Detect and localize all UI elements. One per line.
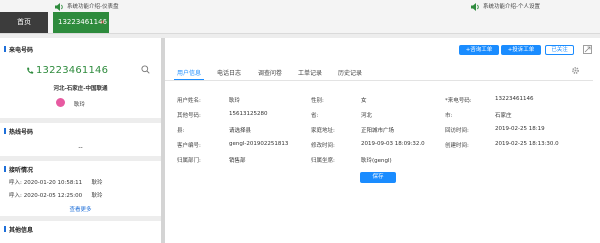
tab-home[interactable]: 首页 bbox=[0, 12, 48, 33]
callback-time-value[interactable]: 2019-02-25 18:19 bbox=[495, 126, 545, 132]
field-label: 客户编号: bbox=[177, 143, 201, 149]
field-label: 市: bbox=[445, 113, 453, 119]
add-consult-ticket-button[interactable]: +咨询工单 bbox=[459, 45, 499, 55]
user-name-value[interactable]: 耿玲 bbox=[229, 96, 240, 104]
address-value[interactable]: 正阳城市广场 bbox=[361, 126, 394, 134]
divider bbox=[0, 216, 161, 221]
tab-history[interactable]: 历史记录 bbox=[338, 68, 362, 77]
gear-icon[interactable] bbox=[571, 66, 580, 75]
detail-tabs: 用户信息 电话日志 调查问卷 工单记录 历史记录 bbox=[165, 65, 593, 81]
divider bbox=[0, 156, 161, 161]
notice-dashboard-text: 系统功能介绍-仪表盘 bbox=[67, 4, 119, 10]
field-label: 归属部门: bbox=[177, 158, 201, 164]
department-value[interactable]: 销售部 bbox=[229, 156, 246, 164]
field-label: 创建时间: bbox=[445, 143, 469, 149]
speaker-icon bbox=[55, 3, 63, 11]
field-label: 回访时间: bbox=[445, 128, 469, 134]
save-button[interactable]: 保存 bbox=[360, 172, 396, 183]
created-time-value[interactable]: 2019-02-25 18:13:30.0 bbox=[495, 141, 559, 147]
call-type: 呼入: bbox=[9, 180, 22, 186]
followed-button[interactable]: 已关注 bbox=[545, 45, 574, 55]
field-label: 家庭地址: bbox=[311, 128, 335, 134]
notice-settings-text: 系统功能介绍-个人设置 bbox=[483, 4, 540, 10]
top-bar: 首页 13223461146 × 系统功能介绍-仪表盘 系统功能介绍-个人设置 bbox=[0, 0, 600, 34]
recent-calls-title: 接听情况 bbox=[3, 166, 34, 174]
field-label: 性别: bbox=[311, 98, 324, 104]
customer-id-value[interactable]: gengl-201902251813 bbox=[229, 141, 288, 147]
add-complaint-ticket-button[interactable]: +投诉工单 bbox=[501, 45, 541, 55]
call-agent: 耿玲 bbox=[91, 193, 103, 199]
field-label: 省: bbox=[311, 113, 319, 119]
caller-panel: 来电号码 13223461146 河北-石家庄-中国联通 耿玲 热线号码 -- … bbox=[0, 38, 161, 243]
tab-ticket-records[interactable]: 工单记录 bbox=[298, 68, 322, 77]
agent-value[interactable]: 耿玲(gengl) bbox=[361, 156, 392, 164]
view-more-link[interactable]: 查看更多 bbox=[0, 205, 161, 213]
tab-caller[interactable]: 13223461146 × bbox=[53, 12, 109, 33]
avatar bbox=[56, 98, 65, 107]
caller-location: 河北-石家庄-中国联通 bbox=[53, 86, 108, 92]
phone-icon bbox=[27, 67, 34, 74]
province-value[interactable]: 河北 bbox=[361, 111, 372, 119]
field-label: *来电号码: bbox=[445, 98, 472, 104]
notice-dashboard[interactable]: 系统功能介绍-仪表盘 bbox=[54, 2, 214, 12]
customer-detail-panel: +咨询工单 +投诉工单 已关注 用户信息 电话日志 调查问卷 工单记录 历史记录… bbox=[165, 38, 600, 243]
call-time: 2020-02-05 12:25:00 bbox=[23, 193, 83, 199]
tab-survey[interactable]: 调查问卷 bbox=[258, 68, 282, 77]
other-info-title: 其他信息 bbox=[3, 226, 34, 234]
tab-user-info[interactable]: 用户信息 bbox=[173, 68, 205, 80]
call-row: 呼入: 2020-01-20 10:58:11 耿玲 bbox=[9, 178, 103, 186]
gender-value[interactable]: 女 bbox=[361, 96, 367, 104]
tab-call-log[interactable]: 电话日志 bbox=[217, 68, 241, 77]
field-label: 其他号码: bbox=[177, 113, 201, 119]
field-label: 归属坐席: bbox=[311, 158, 335, 164]
call-time: 2020-01-20 10:58:11 bbox=[23, 180, 83, 186]
search-icon[interactable] bbox=[141, 65, 150, 74]
expand-icon[interactable] bbox=[583, 45, 592, 54]
hotline-section-title: 热线号码 bbox=[3, 128, 34, 136]
city-value[interactable]: 石家庄 bbox=[495, 111, 512, 119]
field-label: 用户姓名: bbox=[177, 98, 201, 104]
caller-section-title: 来电号码 bbox=[3, 46, 34, 54]
caller-number-value[interactable]: 13223461146 bbox=[495, 96, 534, 102]
speaker-icon bbox=[471, 3, 479, 11]
call-row: 呼入: 2020-02-05 12:25:00 耿玲 bbox=[9, 191, 103, 199]
other-number-value[interactable]: 15613125280 bbox=[229, 111, 268, 117]
notice-settings[interactable]: 系统功能介绍-个人设置 bbox=[470, 2, 595, 12]
tab-home-label: 首页 bbox=[17, 18, 31, 26]
call-type: 呼入: bbox=[9, 193, 22, 199]
caller-number: 13223461146 bbox=[36, 65, 109, 76]
field-label: 县: bbox=[177, 128, 185, 134]
hotline-value: -- bbox=[78, 144, 83, 151]
divider bbox=[0, 118, 161, 123]
close-icon[interactable]: × bbox=[100, 12, 105, 33]
call-agent: 耿玲 bbox=[91, 180, 103, 186]
field-label: 修改时间: bbox=[311, 143, 335, 149]
modified-time-value[interactable]: 2019-09-03 18:09:32.0 bbox=[361, 141, 425, 147]
county-select[interactable]: 请选择县 bbox=[229, 126, 251, 134]
caller-name: 耿玲 bbox=[74, 102, 86, 108]
